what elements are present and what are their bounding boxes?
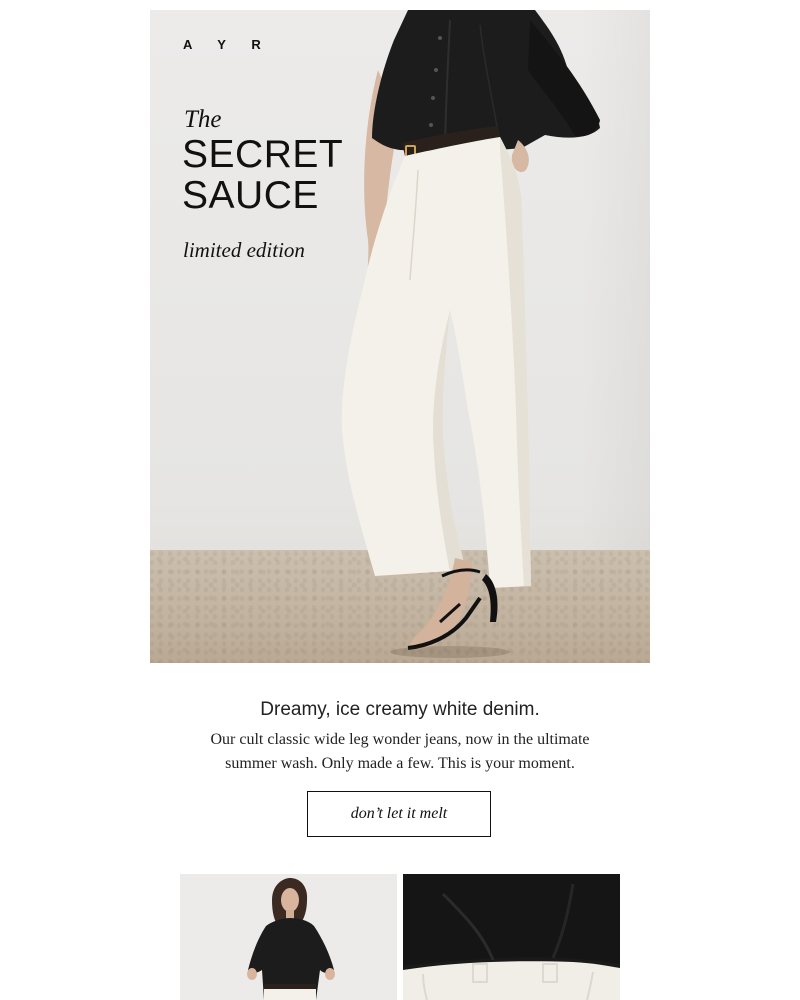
hero-image[interactable]: A Y R The SECRET SAUCE limited edition <box>150 10 650 663</box>
cta-button[interactable]: don’t let it melt <box>307 791 491 837</box>
product-thumbnail-model[interactable] <box>180 874 397 1000</box>
hero-title-line-1: SECRET <box>182 133 344 176</box>
detail-thumbnail-illustration <box>403 874 620 1000</box>
hero-title: SECRET SAUCE <box>182 134 372 216</box>
hero-title-line-2: SAUCE <box>182 174 319 217</box>
model-figure-illustration <box>341 10 600 658</box>
cta-button-label: don’t let it melt <box>350 805 448 822</box>
hero-title-prefix: The <box>184 106 222 133</box>
body-copy: Our cult classic wide leg wonder jeans, … <box>210 731 590 772</box>
brand-logo[interactable]: A Y R <box>183 37 272 52</box>
model-thumbnail-illustration <box>247 878 335 1000</box>
headline: Dreamy, ice creamy white denim. <box>260 699 540 720</box>
product-thumbnail-detail[interactable] <box>403 874 620 1000</box>
hero-subtitle: limited edition <box>183 238 305 262</box>
